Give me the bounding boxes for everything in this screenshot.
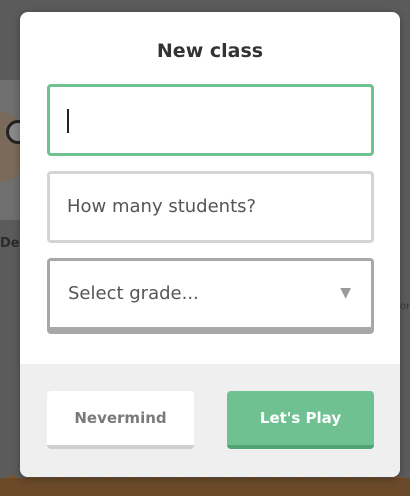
student-count-input[interactable]: How many students? xyxy=(47,171,374,243)
modal-title: New class xyxy=(156,40,264,62)
nevermind-button[interactable]: Nevermind xyxy=(47,391,194,449)
modal-footer: Nevermind Let's Play xyxy=(20,364,400,477)
grade-select[interactable]: Select grade... ▼ xyxy=(47,258,374,334)
student-count-placeholder: How many students? xyxy=(67,196,257,217)
lets-play-button[interactable]: Let's Play xyxy=(227,391,374,449)
new-class-modal: New class How many students? Select grad… xyxy=(20,12,400,477)
grade-select-value: Select grade... xyxy=(68,283,199,304)
background-text-right: ort xyxy=(400,301,410,312)
background-bottom xyxy=(0,478,410,496)
class-name-input[interactable] xyxy=(47,84,374,156)
text-cursor xyxy=(67,109,69,133)
chevron-down-icon: ▼ xyxy=(340,285,351,301)
